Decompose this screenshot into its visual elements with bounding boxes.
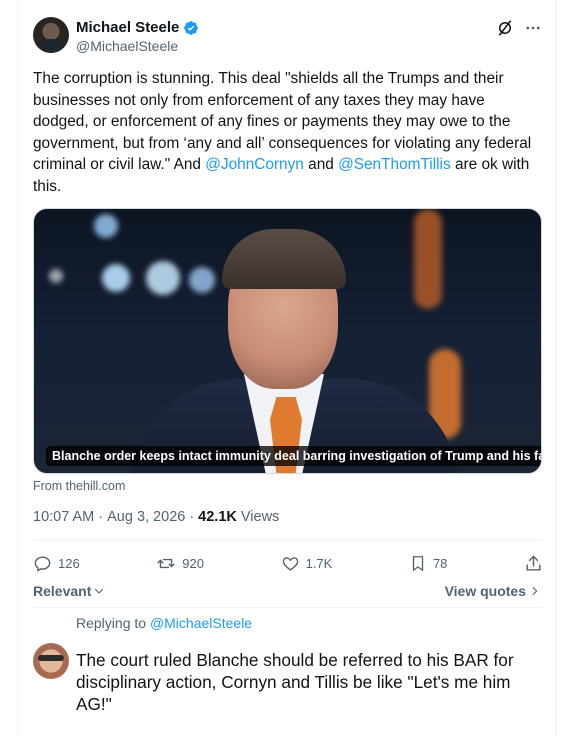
reply-button[interactable]: 126 bbox=[33, 554, 80, 573]
meta-separator: · bbox=[189, 509, 195, 525]
like-button[interactable]: 1.7K bbox=[281, 554, 333, 573]
views-count: 42.1K bbox=[198, 509, 237, 525]
author-avatar[interactable] bbox=[33, 17, 69, 53]
background-light bbox=[102, 264, 130, 292]
person-hair bbox=[222, 229, 346, 289]
reply-avatar[interactable] bbox=[33, 643, 69, 679]
share-button[interactable] bbox=[524, 554, 543, 573]
link-card-caption[interactable]: Blanche order keeps intact immunity deal… bbox=[46, 446, 541, 466]
repost-count: 920 bbox=[182, 556, 204, 571]
author-name-row[interactable]: Michael Steele bbox=[76, 19, 199, 36]
bookmark-button[interactable]: 78 bbox=[409, 554, 447, 573]
tweet-text-part: and bbox=[303, 156, 339, 174]
bookmark-count: 78 bbox=[432, 556, 448, 571]
reply-count: 126 bbox=[58, 556, 80, 571]
background-light bbox=[146, 261, 180, 295]
mention-link[interactable]: @JohnCornyn bbox=[205, 156, 304, 173]
link-card-image[interactable]: Blanche order keeps intact immunity deal… bbox=[33, 208, 542, 474]
repost-icon bbox=[157, 558, 175, 569]
link-source[interactable]: From thehill.com bbox=[33, 479, 125, 493]
view-quotes-link[interactable]: View quotes bbox=[445, 583, 540, 599]
sort-dropdown[interactable]: Relevant bbox=[33, 583, 105, 599]
chevron-right-icon bbox=[532, 587, 538, 595]
like-count: 1.7K bbox=[305, 556, 333, 571]
replying-prefix: Replying to bbox=[76, 615, 147, 631]
reply-text: The court ruled Blanche should be referr… bbox=[76, 650, 514, 714]
tweet-frame: Michael Steele @MichaelSteele The corrup… bbox=[17, 0, 557, 736]
verified-badge-icon bbox=[184, 20, 199, 35]
views-label: Views bbox=[240, 509, 280, 525]
more-icon[interactable] bbox=[524, 19, 542, 37]
replying-to-link[interactable]: @MichaelSteele bbox=[150, 615, 252, 631]
tweet-time[interactable]: 10:07 AM bbox=[33, 509, 94, 525]
background-light bbox=[189, 267, 215, 293]
replying-to: Replying to @MichaelSteele bbox=[76, 615, 252, 631]
chevron-down-icon bbox=[95, 588, 104, 594]
sort-label: Relevant bbox=[33, 583, 92, 599]
reply-icon bbox=[34, 556, 51, 572]
action-bar: 126 920 1.7K 78 bbox=[33, 554, 543, 573]
tweet-text: The corruption is stunning. This deal "s… bbox=[33, 68, 543, 198]
meta-separator: · bbox=[98, 509, 104, 525]
tweet-date[interactable]: Aug 3, 2026 bbox=[107, 509, 185, 525]
tweet-meta: 10:07 AM · Aug 3, 2026 · 42.1K Views bbox=[33, 509, 279, 525]
author-display-name[interactable]: Michael Steele bbox=[76, 19, 179, 36]
view-quotes-label: View quotes bbox=[444, 583, 526, 599]
background-light bbox=[94, 214, 118, 238]
author-handle[interactable]: @MichaelSteele bbox=[76, 38, 178, 54]
header-icons bbox=[496, 19, 542, 37]
share-icon bbox=[526, 555, 541, 571]
divider bbox=[33, 540, 543, 541]
heart-icon bbox=[282, 557, 298, 571]
grok-icon[interactable] bbox=[496, 19, 514, 37]
bookmark-icon bbox=[412, 556, 424, 571]
background-light bbox=[414, 209, 442, 309]
repost-button[interactable]: 920 bbox=[156, 554, 204, 573]
mention-link[interactable]: @SenThomTillis bbox=[338, 156, 451, 173]
background-light bbox=[49, 269, 63, 283]
divider bbox=[33, 607, 543, 608]
